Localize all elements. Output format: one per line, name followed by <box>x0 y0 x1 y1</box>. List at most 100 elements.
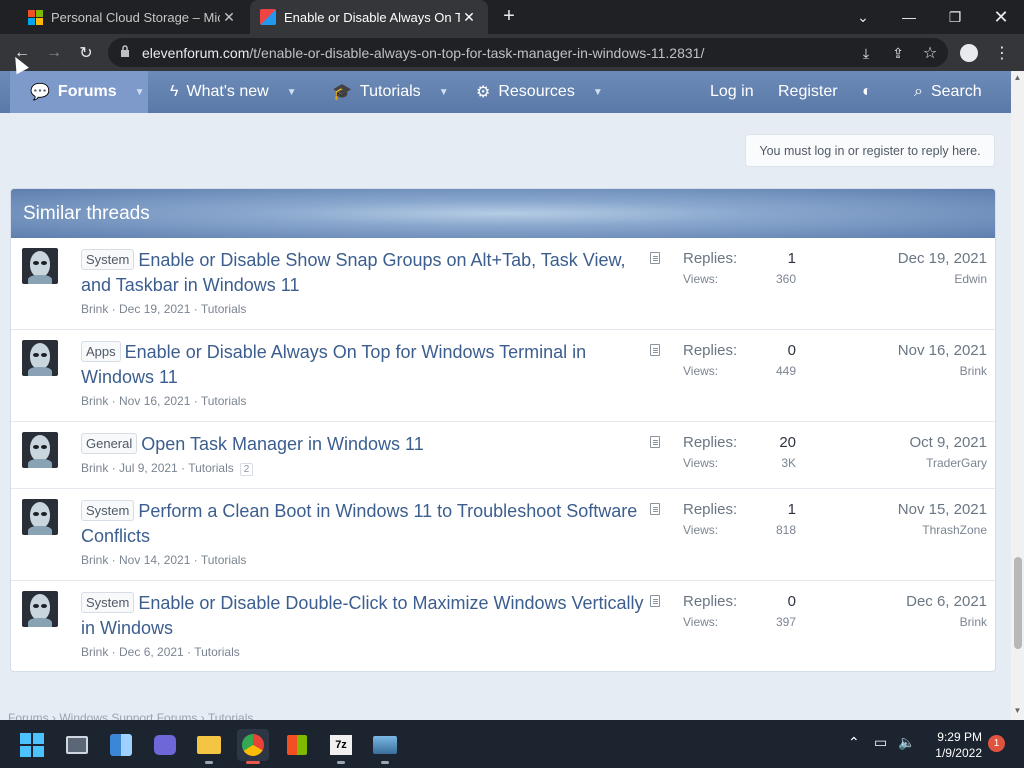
minimize-button[interactable]: — <box>886 0 932 34</box>
page-jump-badge[interactable]: 2 <box>239 463 254 476</box>
tab-personal-cloud-storage[interactable]: Personal Cloud Storage – Micros ✕ <box>8 0 248 34</box>
thread-prefix[interactable]: System <box>81 592 135 613</box>
install-app-icon[interactable]: ⤓ <box>854 41 878 65</box>
thread-row: System Enable or Disable Show Snap Groups… <box>11 238 995 330</box>
nav-forums[interactable]: 💬 Forums ▼ <box>10 71 148 113</box>
thread-title-link[interactable]: Open Task Manager in Windows 11 <box>141 434 423 454</box>
teams-chat-icon[interactable] <box>149 729 181 761</box>
graduation-cap-icon: 🎓 <box>332 84 352 101</box>
windows-start-icon[interactable] <box>16 729 48 761</box>
thread-forum[interactable]: Tutorials <box>194 645 240 659</box>
widgets-icon[interactable] <box>105 729 137 761</box>
close-tab-icon[interactable]: ✕ <box>220 9 238 26</box>
avatar[interactable] <box>22 591 58 627</box>
chevron-down-icon[interactable]: ▼ <box>593 87 603 98</box>
scrollbar-thumb[interactable] <box>1014 557 1022 649</box>
must-login-notice: You must log in or register to reply her… <box>745 134 995 167</box>
avatar[interactable] <box>22 499 58 535</box>
nav-whats-new[interactable]: ϟ What's new ▼ <box>170 71 297 113</box>
profile-icon[interactable] <box>957 41 981 65</box>
new-tab-button[interactable]: + <box>498 6 520 28</box>
volume-icon[interactable]: 🔈 <box>898 734 915 751</box>
last-post-user[interactable]: ThrashZone <box>898 523 987 537</box>
last-post-user[interactable]: Brink <box>906 615 987 629</box>
forward-button[interactable]: → <box>42 41 66 65</box>
nav-forums-label: Forums <box>57 83 117 100</box>
chevron-down-icon[interactable]: ▼ <box>287 87 297 98</box>
nav-search[interactable]: ⌕ Search <box>914 71 982 113</box>
bookmark-star-icon[interactable]: ☆ <box>918 41 942 65</box>
thread-prefix[interactable]: System <box>81 500 135 521</box>
address-bar[interactable]: elevenforum.com/t/enable-or-disable-alwa… <box>108 38 948 67</box>
network-icon[interactable]: ▭ <box>874 734 887 751</box>
thread-title-link[interactable]: Perform a Clean Boot in Windows 11 to Tr… <box>81 501 637 546</box>
nav-tutorials[interactable]: 🎓 Tutorials ▼ <box>332 71 449 113</box>
nav-resources[interactable]: ⚙ Resources ▼ <box>476 71 603 113</box>
store-icon[interactable] <box>281 729 313 761</box>
theme-toggle-icon[interactable]: ◐ <box>862 71 872 113</box>
thread-author[interactable]: Brink <box>81 394 108 408</box>
thread-prefix[interactable]: General <box>81 433 138 454</box>
thread-date: Nov 14, 2021 <box>119 553 191 567</box>
scroll-up-icon[interactable]: ▲ <box>1011 73 1024 82</box>
page-content: You must log in or register to reply her… <box>0 113 1011 720</box>
browser-menu-icon[interactable]: ⋮ <box>990 41 1014 65</box>
thread-title-link[interactable]: Enable or Disable Double-Click to Maximi… <box>81 593 644 638</box>
bolt-icon: ϟ <box>170 83 179 100</box>
last-post-date[interactable]: Nov 16, 2021 <box>898 342 987 359</box>
last-post-date[interactable]: Dec 19, 2021 <box>898 250 987 267</box>
close-window-button[interactable]: ✕ <box>978 0 1024 34</box>
thread-author[interactable]: Brink <box>81 645 108 659</box>
search-icon: ⌕ <box>914 83 923 100</box>
windows-taskbar: 7z ⌃ ▭ 🔈 9:29 PM 1/9/2022 1 <box>0 720 1024 768</box>
thread-title-link[interactable]: Enable or Disable Always On Top for Wind… <box>81 342 586 387</box>
login-link[interactable]: Log in <box>710 71 754 113</box>
7zip-icon[interactable]: 7z <box>325 729 357 764</box>
last-post-user[interactable]: Brink <box>898 364 987 378</box>
last-post-user[interactable]: TraderGary <box>909 456 987 470</box>
tab-search-icon[interactable]: ⌄ <box>840 0 886 34</box>
share-icon[interactable]: ⇪ <box>886 41 910 65</box>
page-scrollbar[interactable]: ▲ ▼ <box>1011 71 1024 720</box>
task-view-icon[interactable] <box>61 729 93 761</box>
thread-forum[interactable]: Tutorials <box>201 302 247 316</box>
restore-button[interactable]: ❐ <box>932 0 978 34</box>
thread-date: Dec 6, 2021 <box>119 645 184 659</box>
thread-forum[interactable]: Tutorials <box>188 461 234 475</box>
chevron-down-icon[interactable]: ▼ <box>439 87 449 98</box>
photos-icon[interactable] <box>369 729 401 764</box>
thread-row: System Enable or Disable Double-Click to … <box>11 581 995 671</box>
thread-forum[interactable]: Tutorials <box>201 394 247 408</box>
thread-title-link[interactable]: Enable or Disable Show Snap Groups on Al… <box>81 250 625 295</box>
last-post-date[interactable]: Dec 6, 2021 <box>906 593 987 610</box>
last-post-user[interactable]: Edwin <box>898 272 987 286</box>
last-post-date[interactable]: Nov 15, 2021 <box>898 501 987 518</box>
thread-prefix[interactable]: Apps <box>81 341 121 362</box>
thread-author[interactable]: Brink <box>81 461 108 475</box>
breadcrumb[interactable]: Forums › Windows Support Forums › Tutori… <box>8 711 253 720</box>
thread-row: Apps Enable or Disable Always On Top for … <box>11 330 995 422</box>
avatar[interactable] <box>22 340 58 376</box>
register-link[interactable]: Register <box>778 71 838 113</box>
system-clock[interactable]: 9:29 PM 1/9/2022 <box>926 729 982 761</box>
replies-label: Replies: <box>683 250 738 267</box>
thread-author[interactable]: Brink <box>81 302 108 316</box>
document-icon <box>650 436 660 448</box>
scroll-down-icon[interactable]: ▼ <box>1011 706 1024 715</box>
document-icon <box>650 252 660 264</box>
last-post-date[interactable]: Oct 9, 2021 <box>909 434 987 451</box>
reload-button[interactable]: ↻ <box>74 41 98 65</box>
avatar[interactable] <box>22 432 58 468</box>
avatar[interactable] <box>22 248 58 284</box>
tab-always-on-top[interactable]: Enable or Disable Always On Top ✕ <box>250 0 488 34</box>
thread-prefix[interactable]: System <box>81 249 135 270</box>
thread-forum[interactable]: Tutorials <box>201 553 247 567</box>
thread-author[interactable]: Brink <box>81 553 108 567</box>
chevron-down-icon[interactable]: ▼ <box>135 87 145 98</box>
close-tab-icon[interactable]: ✕ <box>460 9 478 26</box>
show-hidden-icons-icon[interactable]: ⌃ <box>848 734 860 751</box>
file-explorer-icon[interactable] <box>193 729 225 764</box>
notification-badge[interactable]: 1 <box>988 735 1005 752</box>
url-host: elevenforum.com <box>142 44 250 61</box>
chrome-icon[interactable] <box>237 729 269 764</box>
